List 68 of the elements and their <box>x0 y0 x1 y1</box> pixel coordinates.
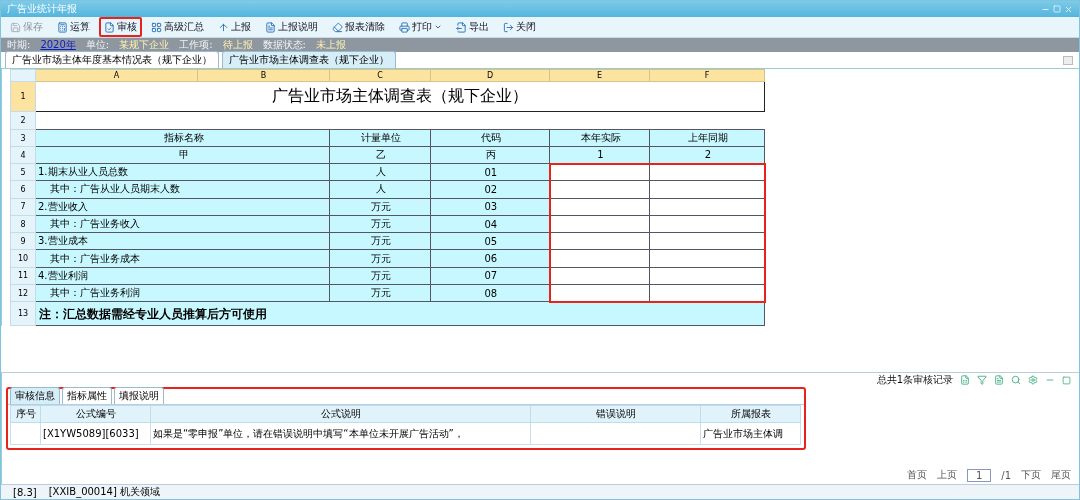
toolbar-button[interactable]: 运算 <box>52 17 95 37</box>
column-letter: A <box>35 69 198 82</box>
info-value: 未上报 <box>315 38 346 52</box>
page-link[interactable]: 尾页 <box>1051 468 1071 482</box>
page-link[interactable]: 下页 <box>1021 468 1041 482</box>
column-letter: C <box>329 69 431 82</box>
document-icon <box>265 21 276 33</box>
header-cell: 代码 <box>430 129 550 147</box>
window-title: 广告业统计年报 <box>7 2 77 16</box>
column-letter: F <box>649 69 765 82</box>
toolbar-button[interactable]: 上报说明 <box>260 17 323 37</box>
save-icon <box>10 21 21 33</box>
header-cell: 计量单位 <box>329 129 431 147</box>
page-link[interactable]: 上页 <box>936 468 957 482</box>
sheet-tab[interactable]: 广告业市场主体年度基本情况表（规下企业） <box>5 51 219 68</box>
table-cell: 如果是“零申报”单位，请在错误说明中填写“本单位未开展广告活动”， <box>150 422 531 445</box>
info-label: 工作项: <box>179 38 213 52</box>
column-header: 所属报表 <box>700 405 801 423</box>
page-field[interactable]: 1 <box>966 468 992 482</box>
toolbar-button[interactable]: 关闭 <box>498 17 541 37</box>
header-cell: 本年实际 <box>549 129 650 147</box>
input-cell[interactable] <box>649 163 765 181</box>
info-label: 数据状态: <box>262 38 306 52</box>
panel-tab[interactable]: 审核信息 <box>10 387 60 404</box>
info-value: 待上报 <box>222 38 253 52</box>
table-cell: [X1YW5089][6033] <box>40 422 151 445</box>
up-arrow-icon <box>218 21 229 33</box>
calculator-icon <box>57 21 68 33</box>
header-cell: 上年同期 <box>649 129 765 147</box>
column-header: 公式编号 <box>40 405 151 423</box>
page-link[interactable]: 首页 <box>906 468 927 482</box>
sheet-tab[interactable]: 广告业市场主体调查表（规下企业） <box>222 51 396 68</box>
header-cell: 指标名称 <box>35 129 330 147</box>
export-icon <box>456 21 467 33</box>
toolbar-button[interactable]: 导出 <box>451 17 494 37</box>
input-cell[interactable] <box>549 163 650 181</box>
panel-tab[interactable]: 填报说明 <box>114 387 164 404</box>
info-label: 时期: <box>7 38 31 52</box>
column-header: 序号 <box>10 405 41 423</box>
eraser-icon <box>332 21 343 33</box>
document-check-icon <box>104 21 115 33</box>
exit-icon <box>503 21 514 33</box>
toolbar-button[interactable]: 高级汇总 <box>146 17 209 37</box>
row-number: 1 <box>10 81 36 112</box>
column-header: 错误说明 <box>530 405 701 423</box>
record-count: 总共1条审核记录 <box>876 373 953 387</box>
period-link[interactable]: 2020年 <box>40 38 76 52</box>
info-label: 单位: <box>85 38 110 52</box>
status-text: [XXIB_00014] 机关领域 <box>48 485 161 499</box>
toolbar-button[interactable]: 审核 <box>99 17 142 37</box>
toolbar-button[interactable]: 上报 <box>213 17 256 37</box>
note-text: 注：汇总数据需经专业人员推算后方可使用 <box>35 301 765 326</box>
caret-icon <box>434 23 442 31</box>
grid-icon <box>151 21 162 33</box>
info-value: 某规下企业 <box>119 38 170 52</box>
column-letter: D <box>430 69 550 82</box>
row-number: 13 <box>10 301 36 326</box>
column-letter: E <box>549 69 650 82</box>
printer-icon <box>399 21 410 33</box>
status-text: [8.3] <box>13 486 37 498</box>
table-cell: 广告业市场主体调 <box>700 422 801 445</box>
panel-tab[interactable]: 指标属性 <box>62 387 112 404</box>
page-total: /1 <box>1001 469 1011 481</box>
sheet-title: 广告业市场主体调查表（规下企业） <box>35 81 765 112</box>
toolbar-button[interactable]: 打印 <box>394 17 447 37</box>
toolbar-button[interactable]: 报表清除 <box>327 17 390 37</box>
column-letter: B <box>197 69 330 82</box>
column-header: 公式说明 <box>150 405 531 423</box>
